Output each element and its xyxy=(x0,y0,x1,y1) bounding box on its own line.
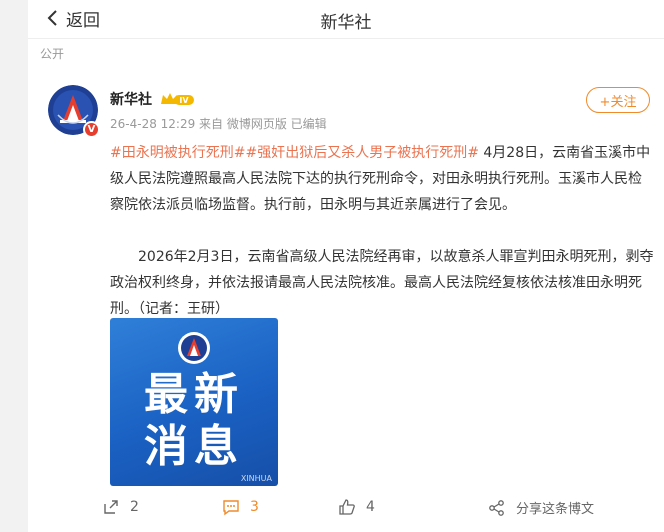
left-gutter xyxy=(0,0,28,532)
image-watermark: XINHUA xyxy=(240,474,272,483)
hashtag-link[interactable]: #强奸出狱后又杀人男子被执行死刑# xyxy=(245,145,478,161)
paragraph-2: 2026年2月3日，云南省高级人民法院经再审，以故意杀人罪宣判田永明死刑，剥夺政… xyxy=(110,249,654,317)
share-label: 分享这条博文 xyxy=(516,502,595,517)
verified-badge-icon: V xyxy=(83,121,100,138)
comment-icon xyxy=(223,500,239,516)
image-headline-1: 最新 xyxy=(144,369,244,420)
like-button[interactable]: 4 xyxy=(338,498,375,516)
level-crown-icon: IV xyxy=(161,93,194,105)
action-bar: 2 3 4 分享这条博文 xyxy=(28,490,664,530)
paragraph-1: #田永明被执行死刑##强奸出狱后又杀人男子被执行死刑# 4月28日，云南省玉溪市… xyxy=(110,140,654,218)
image-headline-2: 消息 xyxy=(144,421,244,472)
post-meta: 26-4-28 12:29 来自 微博网页版 已编辑 xyxy=(110,117,327,131)
repost-button[interactable]: 2 xyxy=(102,498,139,516)
visibility-label: 公开 xyxy=(40,47,65,61)
share-button[interactable]: 分享这条博文 xyxy=(488,498,594,517)
comment-count: 3 xyxy=(250,499,259,515)
comment-button[interactable]: 3 xyxy=(222,498,259,516)
thumbs-up-icon xyxy=(339,499,355,515)
level-text: IV xyxy=(179,96,189,105)
page-title: 新华社 xyxy=(320,13,372,33)
share-icon xyxy=(489,499,504,516)
follow-button[interactable]: +关注 xyxy=(586,87,650,113)
repost-icon xyxy=(104,500,118,514)
post-content: #田永明被执行死刑##强奸出狱后又杀人男子被执行死刑# 4月28日，云南省玉溪市… xyxy=(110,140,654,322)
hashtag-link[interactable]: #田永明被执行死刑# xyxy=(110,145,245,161)
top-bar: 返回 新华社 xyxy=(28,0,664,39)
app-frame: 返回 新华社 公开 V 新华社 IV 26-4-28 12:29 来自 微博网页… xyxy=(0,0,664,532)
repost-count: 2 xyxy=(130,499,139,515)
xinhua-logo-icon xyxy=(178,332,210,364)
like-count: 4 xyxy=(366,499,375,515)
author-name[interactable]: 新华社 xyxy=(110,89,152,109)
post-image[interactable]: 最新 消息 XINHUA xyxy=(110,318,278,486)
